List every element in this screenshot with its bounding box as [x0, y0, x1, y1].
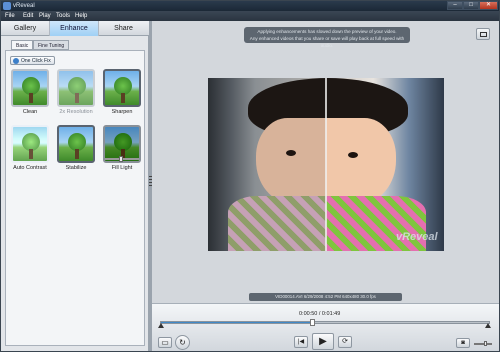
menu-play[interactable]: Play	[39, 13, 51, 19]
effect-auto-contrast[interactable]: Auto Contrast	[11, 125, 49, 173]
seek-knob[interactable]	[310, 319, 315, 326]
camera-icon[interactable]: ◙	[456, 338, 470, 348]
watermark: vReveal	[396, 231, 438, 243]
trim-start-marker[interactable]	[158, 323, 164, 328]
seek-bar[interactable]	[160, 319, 490, 326]
menu-edit[interactable]: Edit	[23, 13, 33, 19]
effects-panel: One Click Fix Clean 2x Resolution Sharpe…	[5, 50, 145, 346]
title-bar: vReveal – □ ✕	[1, 1, 499, 11]
resolution-thumbnail	[57, 69, 95, 107]
video-info-bar: VID00014.AVI 6/29/2008 4:52 PM 640x480 3…	[249, 293, 402, 301]
snapshot-strip-button[interactable]: ▭	[158, 337, 172, 348]
one-click-icon	[13, 58, 19, 64]
effect-label: Stabilize	[65, 165, 87, 171]
main-tabs: Gallery Enhance Share	[1, 21, 149, 36]
effect-label: Sharpen	[111, 109, 133, 115]
tab-basic[interactable]: Basic	[11, 40, 34, 50]
fill-light-slider[interactable]	[105, 156, 139, 162]
effect-stabilize[interactable]: Stabilize	[57, 125, 95, 173]
player-controls: 0:00:50 / 0:01:49 ▭ ↻ |◀ ▶ ⟳ ◙	[152, 303, 499, 351]
tab-fine-tuning[interactable]: Fine Tuning	[33, 40, 70, 50]
trim-end-marker[interactable]	[485, 323, 491, 328]
auto-contrast-thumbnail	[11, 125, 49, 163]
effect-sharpen[interactable]: Sharpen	[103, 69, 141, 117]
tab-enhance[interactable]: Enhance	[50, 21, 99, 36]
rotate-button[interactable]: ↻	[175, 335, 190, 350]
app-icon	[3, 2, 11, 10]
effect-fill-light[interactable]: Fill Light	[103, 125, 141, 173]
tab-share[interactable]: Share	[99, 21, 148, 36]
volume-knob[interactable]	[484, 341, 487, 346]
notice-line-1: Applying enhancements has slowed down th…	[257, 29, 397, 34]
one-click-fix-label: One Click Fix	[21, 58, 51, 64]
seek-progress	[161, 322, 313, 323]
menu-tools[interactable]: Tools	[56, 13, 70, 19]
video-preview[interactable]: vReveal	[208, 78, 444, 251]
play-button[interactable]: ▶	[312, 333, 334, 350]
previous-button[interactable]: |◀	[294, 336, 308, 348]
one-click-fix-button[interactable]: One Click Fix	[10, 56, 55, 65]
repeat-button[interactable]: ⟳	[338, 336, 352, 348]
sharpen-thumbnail	[103, 69, 141, 107]
effect-clean[interactable]: Clean	[11, 69, 49, 117]
menu-bar: File Edit Play Tools Help	[1, 11, 499, 21]
minimize-button[interactable]: –	[447, 1, 463, 10]
clean-thumbnail	[11, 69, 49, 107]
maximize-button[interactable]: □	[463, 1, 479, 10]
menu-help[interactable]: Help	[75, 13, 87, 19]
effect-label: Clean	[22, 109, 38, 115]
preview-area: Applying enhancements has slowed down th…	[152, 21, 499, 351]
performance-notice: Applying enhancements has slowed down th…	[244, 27, 410, 48]
comparison-divider[interactable]	[325, 78, 327, 251]
time-display: 0:00:50 / 0:01:49	[299, 311, 341, 317]
close-button[interactable]: ✕	[479, 1, 498, 10]
tab-gallery[interactable]: Gallery	[1, 21, 50, 36]
effect-label: Auto Contrast	[13, 165, 47, 171]
notice-line-2: Any enhanced videos that you share or sa…	[249, 36, 405, 48]
effect-2x-resolution[interactable]: 2x Resolution	[57, 69, 95, 117]
fullscreen-icon	[480, 32, 487, 37]
stabilize-thumbnail	[57, 125, 95, 163]
window-title: vReveal	[13, 3, 35, 9]
app-window: vReveal – □ ✕ File Edit Play Tools Help …	[0, 0, 500, 352]
effect-label: 2x Resolution	[59, 109, 93, 115]
fullscreen-button[interactable]	[476, 28, 490, 40]
left-panel: Gallery Enhance Share Basic Fine Tuning …	[1, 21, 149, 351]
effect-label: Fill Light	[111, 165, 133, 171]
menu-file[interactable]: File	[5, 13, 15, 19]
fill-light-slider-knob[interactable]	[119, 156, 123, 162]
volume-slider[interactable]	[474, 341, 492, 346]
